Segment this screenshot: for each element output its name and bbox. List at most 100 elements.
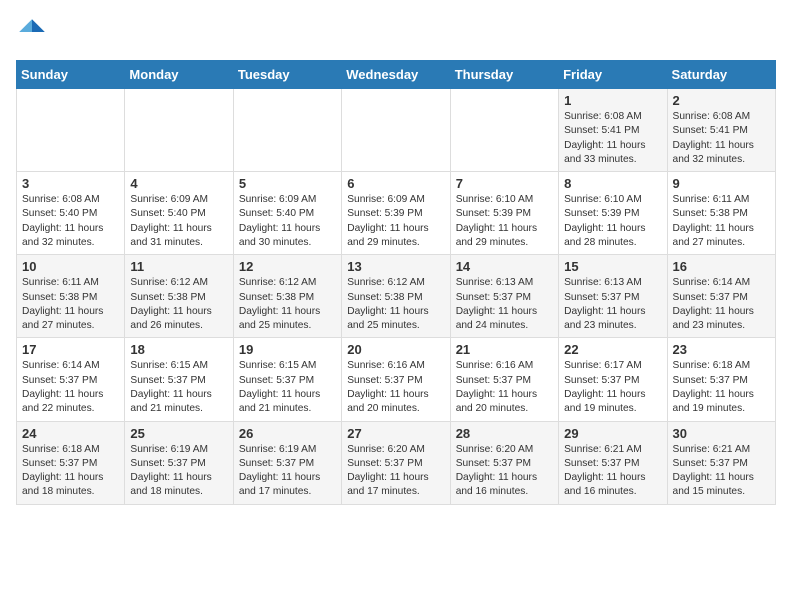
calendar-cell: 6 Sunrise: 6:09 AM Sunset: 5:39 PM Dayli… — [342, 172, 450, 255]
sunset-label: Sunset: 5:37 PM — [564, 292, 639, 303]
sunrise-label: Sunrise: 6:08 AM — [673, 111, 751, 122]
cell-content: Sunrise: 6:19 AM Sunset: 5:37 PM Dayligh… — [239, 443, 336, 500]
daylight-label: Daylight: 11 hours and 25 minutes. — [239, 306, 320, 331]
calendar-week-row: 10 Sunrise: 6:11 AM Sunset: 5:38 PM Dayl… — [17, 255, 776, 338]
calendar-cell — [125, 89, 233, 172]
calendar-cell — [342, 89, 450, 172]
sunset-label: Sunset: 5:38 PM — [347, 292, 422, 303]
sunrise-label: Sunrise: 6:11 AM — [22, 277, 99, 288]
daylight-label: Daylight: 11 hours and 32 minutes. — [22, 223, 103, 248]
day-number: 13 — [347, 259, 444, 274]
sunset-label: Sunset: 5:40 PM — [239, 208, 314, 219]
calendar-cell — [17, 89, 125, 172]
logo — [16, 16, 52, 48]
calendar-cell: 18 Sunrise: 6:15 AM Sunset: 5:37 PM Dayl… — [125, 338, 233, 421]
sunset-label: Sunset: 5:39 PM — [564, 208, 639, 219]
sunrise-label: Sunrise: 6:16 AM — [456, 360, 534, 371]
cell-content: Sunrise: 6:12 AM Sunset: 5:38 PM Dayligh… — [347, 276, 444, 333]
daylight-label: Daylight: 11 hours and 18 minutes. — [130, 472, 211, 497]
day-number: 3 — [22, 176, 119, 191]
calendar-cell: 27 Sunrise: 6:20 AM Sunset: 5:37 PM Dayl… — [342, 421, 450, 504]
cell-content: Sunrise: 6:18 AM Sunset: 5:37 PM Dayligh… — [22, 443, 119, 500]
daylight-label: Daylight: 11 hours and 31 minutes. — [130, 223, 211, 248]
cell-content: Sunrise: 6:11 AM Sunset: 5:38 PM Dayligh… — [673, 193, 770, 250]
daylight-label: Daylight: 11 hours and 23 minutes. — [564, 306, 645, 331]
sunset-label: Sunset: 5:37 PM — [456, 458, 531, 469]
cell-content: Sunrise: 6:14 AM Sunset: 5:37 PM Dayligh… — [673, 276, 770, 333]
sunrise-label: Sunrise: 6:18 AM — [22, 444, 100, 455]
daylight-label: Daylight: 11 hours and 21 minutes. — [130, 389, 211, 414]
sunset-label: Sunset: 5:37 PM — [239, 375, 314, 386]
cell-content: Sunrise: 6:18 AM Sunset: 5:37 PM Dayligh… — [673, 359, 770, 416]
sunrise-label: Sunrise: 6:18 AM — [673, 360, 751, 371]
sunrise-label: Sunrise: 6:14 AM — [22, 360, 100, 371]
daylight-label: Daylight: 11 hours and 20 minutes. — [456, 389, 537, 414]
cell-content: Sunrise: 6:17 AM Sunset: 5:37 PM Dayligh… — [564, 359, 661, 416]
cell-content: Sunrise: 6:20 AM Sunset: 5:37 PM Dayligh… — [456, 443, 553, 500]
sunset-label: Sunset: 5:41 PM — [673, 125, 748, 136]
sunset-label: Sunset: 5:39 PM — [347, 208, 422, 219]
column-header-monday: Monday — [125, 61, 233, 89]
logo-icon — [16, 16, 48, 48]
calendar-cell: 9 Sunrise: 6:11 AM Sunset: 5:38 PM Dayli… — [667, 172, 775, 255]
sunrise-label: Sunrise: 6:11 AM — [673, 194, 750, 205]
sunset-label: Sunset: 5:37 PM — [22, 458, 97, 469]
cell-content: Sunrise: 6:21 AM Sunset: 5:37 PM Dayligh… — [673, 443, 770, 500]
column-header-saturday: Saturday — [667, 61, 775, 89]
sunset-label: Sunset: 5:37 PM — [130, 458, 205, 469]
cell-content: Sunrise: 6:09 AM Sunset: 5:39 PM Dayligh… — [347, 193, 444, 250]
calendar-cell: 16 Sunrise: 6:14 AM Sunset: 5:37 PM Dayl… — [667, 255, 775, 338]
sunset-label: Sunset: 5:37 PM — [673, 292, 748, 303]
cell-content: Sunrise: 6:08 AM Sunset: 5:41 PM Dayligh… — [564, 110, 661, 167]
calendar-cell: 28 Sunrise: 6:20 AM Sunset: 5:37 PM Dayl… — [450, 421, 558, 504]
cell-content: Sunrise: 6:09 AM Sunset: 5:40 PM Dayligh… — [239, 193, 336, 250]
sunrise-label: Sunrise: 6:08 AM — [22, 194, 100, 205]
day-number: 1 — [564, 93, 661, 108]
calendar-cell: 10 Sunrise: 6:11 AM Sunset: 5:38 PM Dayl… — [17, 255, 125, 338]
column-header-tuesday: Tuesday — [233, 61, 341, 89]
column-header-sunday: Sunday — [17, 61, 125, 89]
day-number: 5 — [239, 176, 336, 191]
sunset-label: Sunset: 5:40 PM — [130, 208, 205, 219]
sunrise-label: Sunrise: 6:14 AM — [673, 277, 751, 288]
day-number: 6 — [347, 176, 444, 191]
sunrise-label: Sunrise: 6:20 AM — [347, 444, 425, 455]
cell-content: Sunrise: 6:14 AM Sunset: 5:37 PM Dayligh… — [22, 359, 119, 416]
cell-content: Sunrise: 6:10 AM Sunset: 5:39 PM Dayligh… — [456, 193, 553, 250]
calendar-cell: 17 Sunrise: 6:14 AM Sunset: 5:37 PM Dayl… — [17, 338, 125, 421]
daylight-label: Daylight: 11 hours and 20 minutes. — [347, 389, 428, 414]
calendar-cell: 2 Sunrise: 6:08 AM Sunset: 5:41 PM Dayli… — [667, 89, 775, 172]
sunrise-label: Sunrise: 6:21 AM — [564, 444, 642, 455]
column-header-thursday: Thursday — [450, 61, 558, 89]
calendar-cell: 22 Sunrise: 6:17 AM Sunset: 5:37 PM Dayl… — [559, 338, 667, 421]
calendar-week-row: 17 Sunrise: 6:14 AM Sunset: 5:37 PM Dayl… — [17, 338, 776, 421]
daylight-label: Daylight: 11 hours and 29 minutes. — [347, 223, 428, 248]
day-number: 12 — [239, 259, 336, 274]
day-number: 21 — [456, 342, 553, 357]
sunset-label: Sunset: 5:41 PM — [564, 125, 639, 136]
sunrise-label: Sunrise: 6:10 AM — [456, 194, 534, 205]
day-number: 18 — [130, 342, 227, 357]
day-number: 30 — [673, 426, 770, 441]
daylight-label: Daylight: 11 hours and 27 minutes. — [22, 306, 103, 331]
column-header-friday: Friday — [559, 61, 667, 89]
sunrise-label: Sunrise: 6:19 AM — [239, 444, 317, 455]
sunset-label: Sunset: 5:40 PM — [22, 208, 97, 219]
sunset-label: Sunset: 5:37 PM — [564, 375, 639, 386]
cell-content: Sunrise: 6:21 AM Sunset: 5:37 PM Dayligh… — [564, 443, 661, 500]
calendar-header-row: SundayMondayTuesdayWednesdayThursdayFrid… — [17, 61, 776, 89]
cell-content: Sunrise: 6:13 AM Sunset: 5:37 PM Dayligh… — [564, 276, 661, 333]
sunset-label: Sunset: 5:37 PM — [564, 458, 639, 469]
calendar-cell: 8 Sunrise: 6:10 AM Sunset: 5:39 PM Dayli… — [559, 172, 667, 255]
day-number: 29 — [564, 426, 661, 441]
sunset-label: Sunset: 5:37 PM — [673, 458, 748, 469]
calendar-cell: 21 Sunrise: 6:16 AM Sunset: 5:37 PM Dayl… — [450, 338, 558, 421]
sunrise-label: Sunrise: 6:19 AM — [130, 444, 208, 455]
day-number: 24 — [22, 426, 119, 441]
sunset-label: Sunset: 5:37 PM — [347, 375, 422, 386]
daylight-label: Daylight: 11 hours and 17 minutes. — [239, 472, 320, 497]
sunset-label: Sunset: 5:38 PM — [22, 292, 97, 303]
sunrise-label: Sunrise: 6:15 AM — [239, 360, 317, 371]
cell-content: Sunrise: 6:09 AM Sunset: 5:40 PM Dayligh… — [130, 193, 227, 250]
day-number: 15 — [564, 259, 661, 274]
